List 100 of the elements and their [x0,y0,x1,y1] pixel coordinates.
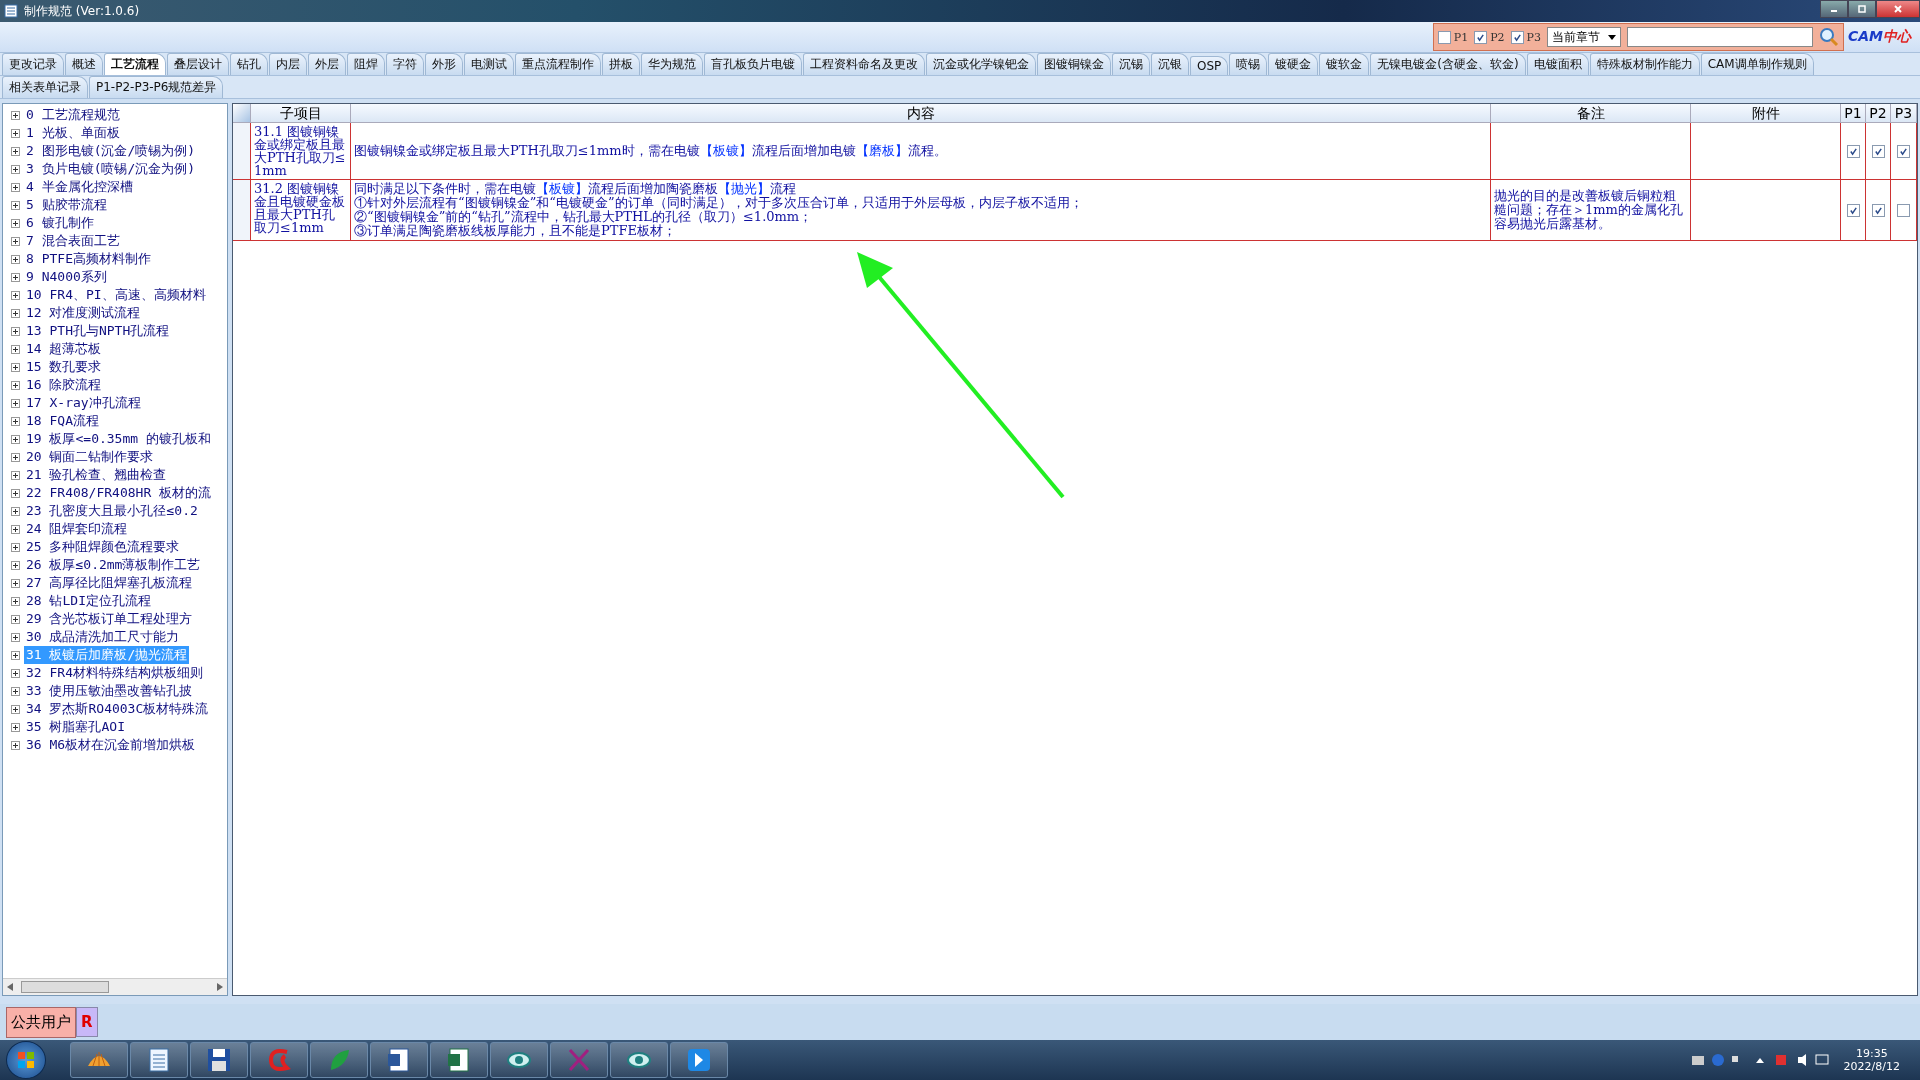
expand-icon[interactable] [11,254,20,264]
expand-icon[interactable] [11,506,20,516]
tree-item[interactable]: 23 孔密度大且最小孔径≤0.2 [24,502,200,520]
tab[interactable]: 盲孔板负片电镀 [704,53,802,75]
tree-item[interactable]: 9 N4000系列 [24,268,109,286]
horizontal-scrollbar[interactable] [3,978,227,995]
tree-item[interactable]: 25 多种阻焊颜色流程要求 [24,538,182,556]
tab[interactable]: 图镀铜镍金 [1037,53,1111,75]
checkbox-box[interactable] [1510,30,1524,44]
taskbar-button[interactable] [610,1042,668,1078]
expand-icon[interactable] [11,686,20,696]
tree-item[interactable]: 18 FQA流程 [24,412,101,430]
taskbar-button[interactable] [430,1042,488,1078]
expand-icon[interactable] [11,722,20,732]
checkbox[interactable]: P3 [1510,30,1541,44]
checkbox[interactable]: P2 [1474,30,1505,44]
expand-icon[interactable] [11,344,20,354]
expand-icon[interactable] [11,488,20,498]
expand-icon[interactable] [11,182,20,192]
tab[interactable]: 叠层设计 [167,53,229,75]
checkbox-box[interactable] [1474,30,1488,44]
tab[interactable]: 特殊板材制作能力 [1589,53,1700,75]
tree-item[interactable]: 0 工艺流程规范 [24,106,122,124]
column-header[interactable]: P3 [1891,104,1917,123]
checkbox[interactable] [1871,203,1885,217]
tab[interactable]: 更改记录 [2,53,64,75]
expand-icon[interactable] [11,632,20,642]
tab[interactable]: 相关表单记录 [2,76,88,98]
tree-item[interactable]: 26 板厚≤0.2mm薄板制作工艺 [24,556,203,574]
tab[interactable]: 无镍电镀金(含硬金、软金) [1370,53,1526,75]
tab[interactable]: 重点流程制作 [515,53,601,75]
clock[interactable]: 19:35 2022/8/12 [1843,1047,1900,1073]
tab[interactable]: 阻焊 [347,53,385,75]
tree-item[interactable]: 4 半金属化控深槽 [24,178,135,196]
column-header[interactable]: 附件 [1691,104,1841,123]
tree-item[interactable]: 6 镀孔制作 [24,214,96,232]
tree-item[interactable]: 17 X-ray冲孔流程 [24,394,143,412]
expand-icon[interactable] [11,236,20,246]
tab[interactable]: P1-P2-P3-P6规范差异 [89,76,224,98]
tree-item[interactable]: 16 除胶流程 [24,376,104,394]
tree-item[interactable]: 35 树脂塞孔AOI [24,718,127,736]
expand-icon[interactable] [11,380,20,390]
tree-item[interactable]: 33 使用压敏油墨改善钻孔披 [24,682,195,700]
tree-item[interactable]: 20 铜面二钻制作要求 [24,448,156,466]
tab[interactable]: 沉锡 [1112,53,1150,75]
expand-icon[interactable] [11,416,20,426]
tab[interactable]: 电镀面积 [1526,53,1589,75]
tree-item[interactable]: 7 混合表面工艺 [24,232,122,250]
tree-item[interactable]: 13 PTH孔与NPTH孔流程 [24,322,172,340]
tree-item[interactable]: 14 超薄芯板 [24,340,104,358]
checkbox[interactable] [1871,144,1885,158]
tree-item[interactable]: 27 高厚径比阻焊塞孔板流程 [24,574,195,592]
tree-item[interactable]: 19 板厚<=0.35mm 的镀孔板和 [24,430,213,448]
checkbox[interactable] [1846,203,1860,217]
column-header[interactable]: 内容 [351,104,1491,123]
tree-item[interactable]: 22 FR408/FR408HR 板材的流 [24,484,214,502]
expand-icon[interactable] [11,704,20,714]
expand-icon[interactable] [11,452,20,462]
corner-cell[interactable] [233,104,251,123]
scope-dropdown[interactable]: 当前章节 [1547,27,1621,47]
tab[interactable]: 华为规范 [641,53,703,75]
expand-icon[interactable] [11,434,20,444]
taskbar-button[interactable] [370,1042,428,1078]
expand-icon[interactable] [11,650,20,660]
tree-item[interactable]: 32 FR4材料特殊结构烘板细则 [24,664,205,682]
tab[interactable]: CAM调单制作规则 [1700,53,1814,75]
scroll-right-icon[interactable] [217,983,223,991]
tab[interactable]: 外层 [308,53,346,75]
expand-icon[interactable] [11,290,20,300]
expand-icon[interactable] [11,110,20,120]
tab[interactable]: OSP [1190,56,1229,75]
maximize-button[interactable] [1848,0,1876,18]
tree-item[interactable]: 36 M6板材在沉金前增加烘板 [24,736,198,754]
expand-icon[interactable] [11,596,20,606]
tree-item[interactable]: 8 PTFE高频材料制作 [24,250,153,268]
expand-icon[interactable] [11,560,20,570]
expand-icon[interactable] [11,272,20,282]
taskbar-button[interactable] [670,1042,728,1078]
tree-item[interactable]: 28 钻LDI定位孔流程 [24,592,153,610]
expand-icon[interactable] [11,740,20,750]
tree-item[interactable]: 5 贴胶带流程 [24,196,109,214]
checkbox[interactable] [1897,144,1910,158]
tree-item[interactable]: 34 罗杰斯RO4003C板材特殊流 [24,700,211,718]
checkbox[interactable] [1897,203,1910,217]
tab[interactable]: 沉银 [1151,53,1189,75]
tree-item[interactable]: 21 验孔检查、翘曲检查 [24,466,169,484]
tree-item[interactable]: 15 数孔要求 [24,358,104,376]
expand-icon[interactable] [11,542,20,552]
tab[interactable]: 字符 [386,53,424,75]
close-button[interactable] [1876,0,1920,18]
tree-item[interactable]: 24 阻焊套印流程 [24,520,130,538]
expand-icon[interactable] [11,398,20,408]
tab[interactable]: 钻孔 [230,53,268,75]
taskbar-button[interactable] [70,1042,128,1078]
column-header[interactable]: 备注 [1491,104,1691,123]
tab[interactable]: 喷锡 [1229,53,1268,75]
minimize-button[interactable] [1820,0,1848,18]
tab[interactable]: 概述 [65,53,103,75]
tree-item[interactable]: 30 成品清洗加工尺寸能力 [24,628,182,646]
taskbar-button[interactable] [190,1042,248,1078]
